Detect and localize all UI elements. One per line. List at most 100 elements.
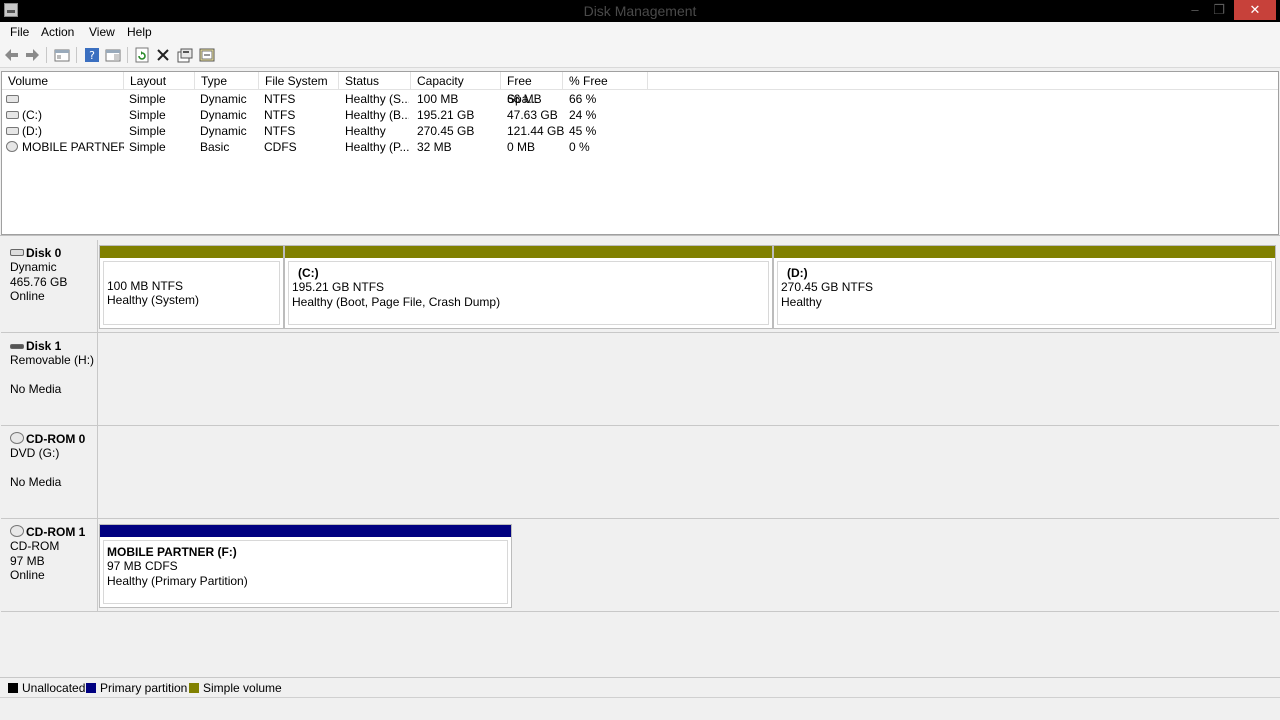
volume-row[interactable]: Simple Dynamic NTFS Healthy (S... 100 MB… [2, 91, 1278, 107]
close-button[interactable]: ✕ [1234, 0, 1276, 20]
column-layout[interactable]: Layout [124, 72, 195, 90]
refresh-icon[interactable] [134, 47, 150, 63]
back-arrow-icon[interactable] [4, 47, 20, 63]
disk-type: Removable (H:) [10, 353, 95, 368]
disk-type: Dynamic [10, 260, 57, 275]
volume-status: Healthy [345, 124, 386, 138]
partition-system-reserved[interactable]: 100 MB NTFS Healthy (System) [99, 245, 284, 329]
volume-capacity: 100 MB [417, 92, 459, 106]
partition-filesystem: 195.21 GB NTFS [292, 280, 385, 295]
disk-label[interactable]: Disk 1 Removable (H:) No Media [1, 333, 98, 425]
menu-action[interactable]: Action [41, 25, 74, 39]
menu-help[interactable]: Help [127, 25, 152, 39]
disk-settings-icon[interactable] [199, 47, 215, 63]
restore-button[interactable]: ❐ [1204, 0, 1234, 20]
column-status[interactable]: Status [339, 72, 411, 90]
volume-file-system: NTFS [264, 108, 296, 122]
legend-label-simple-volume: Simple volume [203, 681, 282, 695]
column-percent-free[interactable]: % Free [563, 72, 648, 90]
volume-file-system: CDFS [264, 140, 297, 154]
volume-free-space: 0 MB [507, 140, 536, 154]
volume-icon [6, 111, 19, 119]
volume-layout: Simple [129, 92, 166, 106]
menu-view[interactable]: View [89, 25, 115, 39]
partition-status: Healthy (Boot, Page File, Crash Dump) [292, 294, 501, 309]
partition-mobile-partner[interactable]: MOBILE PARTNER (F:) 97 MB CDFS Healthy (… [99, 524, 512, 608]
volume-capacity: 32 MB [417, 140, 452, 154]
disk-label[interactable]: CD-ROM 1 CD-ROM 97 MB Online [1, 519, 98, 611]
help-icon[interactable]: ? [84, 47, 100, 63]
window-title: Disk Management [583, 3, 697, 19]
primary-partition-bar [100, 525, 511, 537]
partition-c[interactable]: (C:) 195.21 GB NTFS Healthy (Boot, Page … [284, 245, 773, 329]
svg-text:?: ? [89, 49, 95, 62]
disk-size [10, 461, 97, 475]
partition-status: Healthy (Primary Partition) [107, 573, 248, 588]
disk-icon [10, 249, 24, 256]
toolbar-separator [76, 47, 77, 63]
legend-swatch-primary-partition [86, 683, 96, 693]
disk-row-disk-0: Disk 0 Dynamic 465.76 GB Online 100 MB N… [1, 240, 1279, 333]
partition-d[interactable]: (D:) 270.45 GB NTFS Healthy [773, 245, 1276, 329]
simple-volume-bar [285, 246, 772, 258]
legend-swatch-simple-volume [189, 683, 199, 693]
column-free-space[interactable]: Free Spa... [501, 72, 563, 106]
volume-list-header: Volume Layout Type File System Status Ca… [2, 72, 1278, 106]
disk-label[interactable]: Disk 0 Dynamic 465.76 GB Online [1, 240, 98, 332]
console-tree-icon[interactable] [54, 47, 70, 63]
volume-capacity: 195.21 GB [417, 108, 475, 122]
removable-disk-icon [10, 344, 24, 349]
disk-label[interactable]: CD-ROM 0 DVD (G:) No Media [1, 426, 98, 518]
disk-status: No Media [10, 381, 62, 396]
column-capacity[interactable]: Capacity [411, 72, 501, 90]
volume-row[interactable]: (D:) Simple Dynamic NTFS Healthy 270.45 … [2, 123, 1278, 139]
simple-volume-bar [774, 246, 1275, 258]
column-volume[interactable]: Volume [2, 72, 124, 90]
volume-name [22, 91, 122, 107]
disk-status: Online [10, 288, 45, 303]
volume-type: Dynamic [200, 124, 247, 138]
cdrom-icon [10, 525, 24, 537]
volume-layout: Simple [129, 108, 166, 122]
volume-list[interactable]: Volume Layout Type File System Status Ca… [1, 71, 1279, 235]
volume-file-system: NTFS [264, 92, 296, 106]
volume-percent-free: 24 % [569, 108, 597, 122]
volume-file-system: NTFS [264, 124, 296, 138]
volume-layout: Simple [129, 124, 166, 138]
menu-file[interactable]: File [10, 25, 29, 39]
properties-icon[interactable] [177, 47, 193, 63]
delete-icon[interactable] [155, 47, 171, 63]
disk-row-cdrom-0: CD-ROM 0 DVD (G:) No Media [1, 426, 1279, 519]
column-type[interactable]: Type [195, 72, 259, 90]
volume-type: Dynamic [200, 92, 247, 106]
menu-bar: File Action View Help [0, 22, 1280, 42]
disk-size: 465.76 GB [10, 274, 68, 289]
volume-type: Basic [200, 140, 230, 154]
disk-name: CD-ROM 0 [26, 432, 86, 446]
cdrom-icon [10, 432, 24, 444]
disk-type: DVD (G:) [10, 446, 60, 461]
disk-status: Online [10, 567, 45, 582]
disk-row-cdrom-1: CD-ROM 1 CD-ROM 97 MB Online MOBILE PART… [1, 519, 1279, 612]
column-file-system[interactable]: File System [259, 72, 339, 90]
simple-volume-bar [100, 246, 283, 258]
legend: Unallocated Primary partition Simple vol… [0, 677, 1280, 697]
volume-name: (D:) [22, 124, 42, 138]
disk-row-disk-1: Disk 1 Removable (H:) No Media [1, 333, 1279, 426]
volume-free-space: 66 MB [507, 92, 542, 106]
toolbar-separator [46, 47, 47, 63]
volume-row[interactable]: (C:) Simple Dynamic NTFS Healthy (B... 1… [2, 107, 1278, 123]
volume-percent-free: 45 % [569, 124, 597, 138]
partition-filesystem: 270.45 GB NTFS [781, 280, 874, 295]
properties-pane-icon[interactable] [105, 47, 121, 63]
disk-type: CD-ROM [10, 539, 60, 554]
volume-status: Healthy (S... [345, 92, 409, 106]
disk-name: Disk 0 [26, 246, 62, 260]
disk-size [10, 368, 97, 382]
partition-title: (C:) [298, 266, 319, 280]
partition-status: Healthy [781, 294, 822, 309]
volume-row[interactable]: MOBILE PARTNER... Simple Basic CDFS Heal… [2, 139, 1278, 155]
volume-icon [6, 127, 19, 135]
forward-arrow-icon[interactable] [24, 47, 40, 63]
volume-free-space: 47.63 GB [507, 108, 558, 122]
